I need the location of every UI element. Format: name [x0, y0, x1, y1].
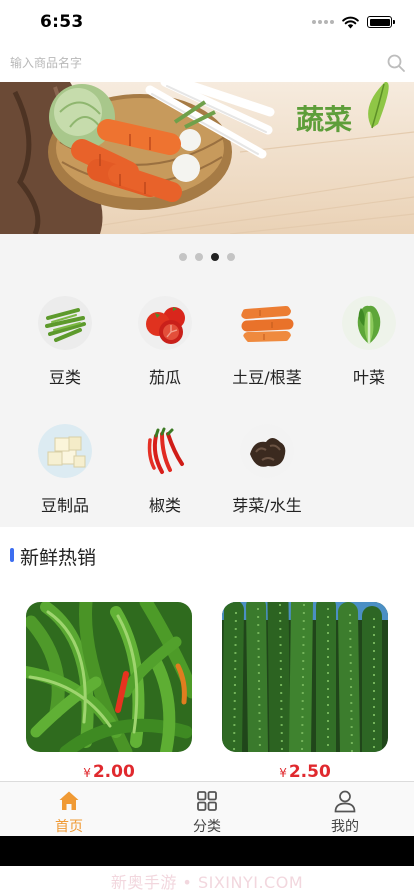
category-beans[interactable]: 豆类: [15, 296, 115, 396]
cellular-signal-icon: [312, 20, 334, 24]
carousel-dot[interactable]: [227, 253, 235, 261]
chili-icon: [138, 424, 192, 478]
category-label: 芽菜/水生: [232, 496, 302, 515]
category-potato-root[interactable]: 土豆/根茎: [217, 296, 317, 396]
category-chili[interactable]: 椒类: [115, 424, 215, 524]
product-card[interactable]: ¥2.50: [222, 602, 388, 782]
status-time: 6:53: [40, 12, 84, 32]
banner-image: 蔬菜: [0, 82, 414, 234]
tab-category[interactable]: 分类: [138, 782, 276, 836]
search-icon[interactable]: [386, 53, 406, 73]
beans-icon: [38, 296, 92, 350]
status-bar: 6:53: [0, 0, 414, 44]
battery-icon: [367, 16, 395, 28]
category-tofu[interactable]: 豆制品: [15, 424, 115, 524]
search-input[interactable]: [10, 53, 370, 73]
product-image-green-chili: [26, 602, 192, 752]
tab-label: 首页: [55, 819, 83, 835]
category-label: 豆制品: [40, 496, 89, 515]
tab-home[interactable]: 首页: [0, 782, 138, 836]
hot-sales-header: 新鲜热销: [0, 527, 414, 587]
fungus-icon: [240, 424, 294, 478]
status-icons: [312, 15, 395, 29]
category-label: 叶菜: [352, 368, 385, 387]
carousel-dot[interactable]: [179, 253, 187, 261]
currency-symbol: ¥: [279, 766, 287, 780]
carrot-icon: [240, 296, 294, 350]
carousel-dot-active[interactable]: [211, 253, 219, 261]
category-label: 椒类: [148, 496, 181, 515]
category-tomato[interactable]: 茄瓜: [115, 296, 215, 396]
tab-label: 我的: [331, 819, 359, 835]
user-icon: [334, 790, 356, 813]
banner-carousel[interactable]: 蔬菜: [0, 82, 414, 234]
product-card[interactable]: ¥2.00: [26, 602, 192, 782]
search-bar: [0, 44, 414, 82]
tofu-icon: [38, 424, 92, 478]
leafy-green-icon: [342, 296, 396, 350]
price-value: 2.00: [92, 762, 135, 782]
product-image-cucumber: [222, 602, 388, 752]
category-label: 茄瓜: [148, 368, 181, 387]
section-accent-bar: [10, 548, 14, 562]
price-value: 2.50: [288, 762, 331, 782]
carousel-indicator[interactable]: [0, 253, 414, 261]
tab-bar: 首页 分类 我的: [0, 781, 414, 836]
tomato-icon: [138, 296, 192, 350]
home-indicator-area: [0, 836, 414, 866]
carousel-dot[interactable]: [195, 253, 203, 261]
tab-label: 分类: [193, 819, 221, 835]
watermark: 新奥手游 • SIXINYI.COM: [0, 866, 414, 896]
category-leafy-greens[interactable]: 叶菜: [319, 296, 414, 396]
category-label: 豆类: [48, 368, 81, 387]
section-title: 新鲜热销: [20, 547, 97, 569]
category-sprouts-aquatic[interactable]: 芽菜/水生: [217, 424, 317, 524]
banner-title: 蔬菜: [296, 103, 352, 136]
product-price: ¥2.50: [222, 762, 388, 782]
grid-icon: [197, 791, 217, 811]
tab-profile[interactable]: 我的: [276, 782, 414, 836]
home-icon: [59, 791, 79, 810]
product-price: ¥2.00: [26, 762, 192, 782]
currency-symbol: ¥: [83, 766, 91, 780]
wifi-icon: [342, 16, 359, 28]
category-label: 土豆/根茎: [232, 368, 302, 387]
